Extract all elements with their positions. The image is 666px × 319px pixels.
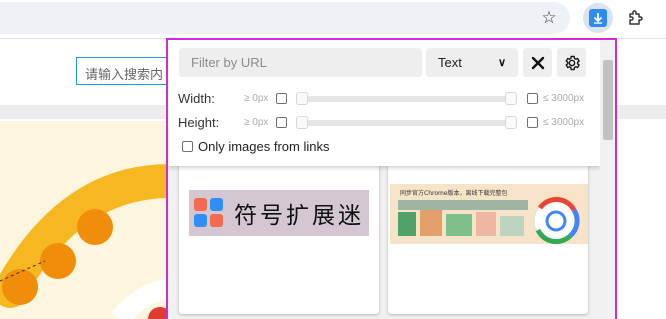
width-max-label: ≤ 3000px — [543, 93, 585, 104]
settings-button[interactable] — [557, 48, 586, 77]
image-thumbnail[interactable]: 同步官方Chrome版本，离线下载完整包 — [390, 184, 588, 244]
star-icon[interactable]: ☆ — [536, 6, 562, 30]
gear-icon — [565, 55, 580, 70]
image-downloader-popup: Text ∨ Width: ≥ 0px ≤ 3000px Height: ≥ 0… — [166, 38, 617, 319]
height-max-handle[interactable] — [505, 116, 517, 129]
height-label: Height: — [178, 115, 220, 130]
height-max-label: ≤ 3000px — [543, 117, 585, 128]
image-downloader-extension-button[interactable] — [583, 3, 613, 33]
width-range-slider[interactable] — [296, 92, 517, 105]
image-card[interactable]: 符号扩展迷 — [179, 162, 379, 314]
close-x-icon — [531, 56, 544, 69]
width-min-handle[interactable] — [296, 92, 308, 105]
address-bar[interactable] — [0, 2, 570, 34]
height-min-label: ≥ 0px — [244, 117, 269, 128]
popup-scrollbar[interactable] — [600, 40, 615, 319]
width-max-handle[interactable] — [505, 92, 517, 105]
filter-type-select[interactable]: Text ∨ — [426, 48, 518, 77]
width-filter-row: Width: ≥ 0px ≤ 3000px — [178, 90, 598, 108]
browser-toolbar: ☆ — [0, 0, 666, 39]
height-min-handle[interactable] — [296, 116, 308, 129]
puzzle-icon[interactable] — [623, 5, 649, 31]
filter-url-input[interactable] — [179, 48, 422, 77]
height-range-slider[interactable] — [296, 116, 517, 129]
image-logo-text: 符号扩展迷 — [234, 203, 364, 229]
height-min-checkbox[interactable] — [276, 117, 287, 128]
clear-filter-button[interactable] — [523, 48, 552, 77]
app-grid-logo — [194, 198, 224, 228]
chevron-down-icon: ∨ — [497, 57, 506, 69]
download-arrow-icon — [589, 9, 607, 27]
width-label: Width: — [178, 91, 215, 106]
height-filter-row: Height: ≥ 0px ≤ 3000px — [178, 114, 598, 132]
only-links-label[interactable]: Only images from links — [198, 139, 329, 154]
filter-controls: Text ∨ Width: ≥ 0px ≤ 3000px Height: ≥ 0… — [168, 40, 600, 166]
scrollbar-thumb[interactable] — [603, 60, 613, 140]
only-links-checkbox[interactable] — [182, 141, 193, 152]
image-thumbnail[interactable]: 符号扩展迷 — [189, 190, 369, 236]
width-min-checkbox[interactable] — [276, 93, 287, 104]
width-min-label: ≥ 0px — [244, 93, 269, 104]
height-max-checkbox[interactable] — [527, 117, 538, 128]
filter-type-value: Text — [438, 55, 462, 70]
width-max-checkbox[interactable] — [527, 93, 538, 104]
image-card[interactable]: 同步官方Chrome版本，离线下载完整包 — [388, 162, 588, 314]
